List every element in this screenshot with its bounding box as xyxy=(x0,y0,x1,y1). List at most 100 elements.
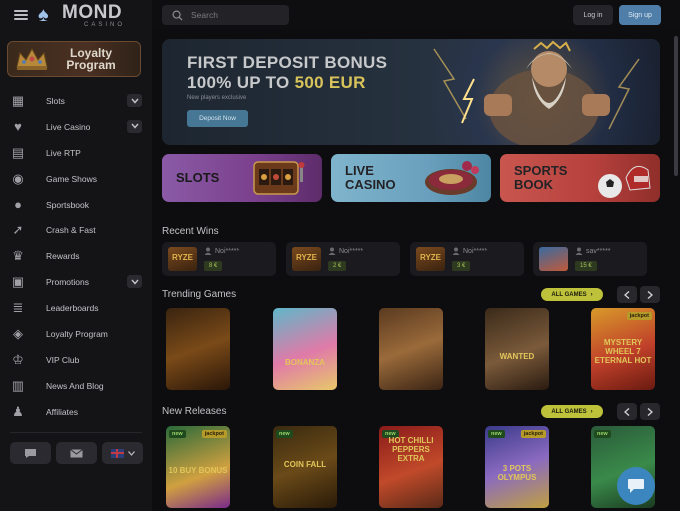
signup-button[interactable]: Sign up xyxy=(619,5,661,25)
deposit-now-button[interactable]: Deposit Now xyxy=(187,110,248,127)
sidebar-item-sportsbook[interactable]: ● Sportsbook xyxy=(0,192,152,218)
recent-win-card[interactable]: RYZE Noi***** 2 € xyxy=(286,242,400,276)
language-selector[interactable] xyxy=(102,442,143,464)
crown-icon: ♔ xyxy=(12,351,24,367)
sidebar-item-label: Crash & Fast xyxy=(46,225,96,236)
sidebar-item-crash-fast[interactable]: ➚ Crash & Fast xyxy=(0,217,152,243)
new-releases-all-games-button[interactable]: ALL GAMES › xyxy=(541,405,603,418)
user-icon xyxy=(328,247,336,255)
soccer-ball-icon: ● xyxy=(14,197,22,212)
sidebar-item-rewards[interactable]: ♛ Rewards xyxy=(0,243,152,269)
sidebar-divider xyxy=(10,432,142,433)
recent-win-card[interactable]: RYZE Noi***** 3 € xyxy=(410,242,524,276)
hamburger-menu-icon[interactable] xyxy=(14,10,28,20)
winner-username: Noi***** xyxy=(463,247,488,255)
top-header: Log in Sign up xyxy=(152,0,680,30)
game-card[interactable] xyxy=(379,308,443,390)
game-card[interactable]: new jackpot 10 BUY BONUS xyxy=(166,426,230,508)
sidebar-item-label: Loyalty Program xyxy=(46,328,108,339)
rocket-icon: ➚ xyxy=(12,222,24,238)
sidebar-item-vip-club[interactable]: ♔ VIP Club xyxy=(0,347,152,373)
game-card[interactable]: WANTED xyxy=(485,308,549,390)
game-card[interactable]: new jackpot 3 POTS OLYMPUS xyxy=(485,426,549,508)
expand-toggle[interactable] xyxy=(127,94,142,107)
game-card[interactable]: new COIN FALL xyxy=(273,426,337,508)
win-amount: 8 € xyxy=(204,261,223,271)
sidebar-item-label: Slots xyxy=(46,95,65,106)
arrow-right-icon: › xyxy=(590,291,593,298)
search-bar[interactable] xyxy=(162,5,289,25)
sidebar-item-live-casino[interactable]: ♥ Live Casino xyxy=(0,114,152,140)
search-icon xyxy=(172,10,183,21)
sidebar-item-game-shows[interactable]: ◉ Game Shows xyxy=(0,166,152,192)
category-slots[interactable]: SLOTS xyxy=(162,154,322,202)
casino-app: ♠ MOND CASINO Loyalty Program ▦ Slots ♥ Liv… xyxy=(0,0,680,511)
search-input[interactable] xyxy=(191,10,281,20)
sidebar-item-label: News And Blog xyxy=(46,380,104,391)
winner-user: Noi***** xyxy=(452,247,487,255)
sidebar-item-label: Affiliates xyxy=(46,406,78,417)
login-button[interactable]: Log in xyxy=(573,5,613,25)
live-chat-button[interactable] xyxy=(617,467,655,505)
game-thumbnail-text: RYZE xyxy=(295,253,318,262)
sidebar-item-news-and-blog[interactable]: ▥ News And Blog xyxy=(0,373,152,399)
jackpot-badge: jackpot xyxy=(201,430,227,438)
all-games-label: ALL GAMES xyxy=(551,408,587,415)
sidebar-item-loyalty-program[interactable]: ◈ Loyalty Program xyxy=(0,321,152,347)
sidebar-item-label: Rewards xyxy=(46,251,80,262)
email-button[interactable] xyxy=(56,442,97,464)
roulette-wheel-icon xyxy=(425,161,479,195)
chat-button[interactable] xyxy=(10,442,51,464)
game-card[interactable]: jackpot MYSTERY WHEEL 7 ETERNAL HOT xyxy=(591,308,655,390)
loyalty-program-banner[interactable]: Loyalty Program xyxy=(7,41,141,77)
trending-next-button[interactable] xyxy=(640,286,660,303)
uk-flag-icon xyxy=(110,448,124,458)
sidebar-item-slots[interactable]: ▦ Slots xyxy=(0,88,152,114)
new-badge: new xyxy=(276,430,293,438)
slot-machine-icon xyxy=(253,161,305,195)
sidebar-item-live-rtp[interactable]: ▤ Live RTP xyxy=(0,140,152,166)
jackpot-badge: jackpot xyxy=(626,312,652,320)
game-card[interactable]: new HOT CHILLI PEPPERS EXTRA xyxy=(379,426,443,508)
hero-title-line2: 100% UP TO 500 EUR xyxy=(187,73,387,93)
sidebar-item-label: Live Casino xyxy=(46,121,91,132)
page-scrollbar[interactable] xyxy=(674,36,678,176)
trending-all-games-button[interactable]: ALL GAMES › xyxy=(541,288,603,301)
category-live-casino[interactable]: LIVE CASINO xyxy=(331,154,491,202)
all-games-label: ALL GAMES xyxy=(551,291,587,298)
hero-banner[interactable]: FIRST DEPOSIT BONUS 100% UP TO 500 EUR N… xyxy=(162,39,660,145)
recent-wins-title: Recent Wins xyxy=(162,226,219,237)
user-icon xyxy=(452,247,460,255)
recent-win-card[interactable]: sav***** 15 € xyxy=(533,242,647,276)
game-thumbnail: RYZE xyxy=(292,247,321,271)
sidebar-item-label: Game Shows xyxy=(46,173,98,184)
hero-title-line1: FIRST DEPOSIT BONUS xyxy=(187,53,388,72)
new-releases-next-button[interactable] xyxy=(640,403,660,420)
recent-win-card[interactable]: RYZE Noi***** 8 € xyxy=(162,242,276,276)
expand-toggle[interactable] xyxy=(127,119,142,133)
chat-bubble-icon xyxy=(25,448,36,458)
winner-user: Noi***** xyxy=(328,247,363,255)
sidebar-item-promotions[interactable]: ▣ Promotions xyxy=(0,269,152,295)
logo-text: MOND xyxy=(62,1,123,23)
sidebar-item-label: VIP Club xyxy=(46,354,80,365)
hero-subtitle: New players exclusive xyxy=(187,95,247,101)
trending-games-title: Trending Games xyxy=(162,289,237,300)
logo[interactable]: ♠ MOND CASINO xyxy=(38,3,125,28)
expand-toggle[interactable] xyxy=(127,275,142,289)
category-sportsbook[interactable]: SPORTS BOOK xyxy=(500,154,660,202)
envelope-icon xyxy=(70,448,83,457)
game-shows-icon: ◉ xyxy=(12,170,24,186)
game-card[interactable]: BONANZA xyxy=(273,308,337,390)
new-releases-prev-button[interactable] xyxy=(617,403,637,420)
game-card[interactable] xyxy=(166,308,230,390)
winner-username: Noi***** xyxy=(215,247,240,255)
winner-username: sav***** xyxy=(586,247,611,255)
trending-prev-button[interactable] xyxy=(617,286,637,303)
win-amount: 3 € xyxy=(452,261,471,271)
sidebar-item-label: Leaderboards xyxy=(46,303,99,314)
sidebar-item-leaderboards[interactable]: ≣ Leaderboards xyxy=(0,295,152,321)
user-icon xyxy=(204,247,212,255)
game-thumbnail-text: RYZE xyxy=(419,253,442,262)
sidebar-item-affiliates[interactable]: ♟ Affiliates xyxy=(0,399,152,425)
